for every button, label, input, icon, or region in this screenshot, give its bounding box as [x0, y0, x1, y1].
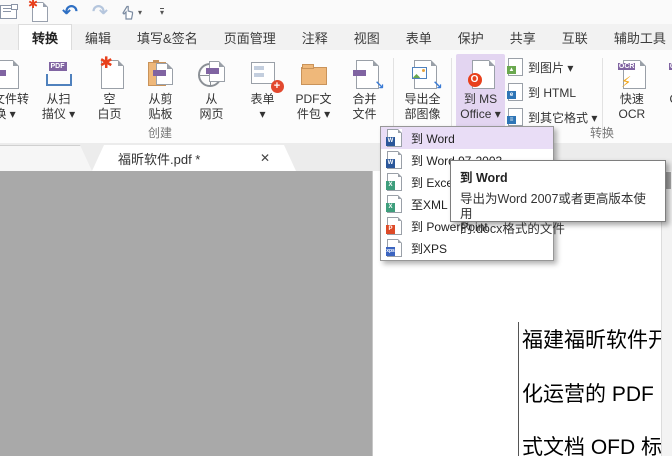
tab-page-management[interactable]: 页面管理	[211, 24, 289, 50]
close-tab-icon[interactable]: ✕	[260, 151, 270, 165]
tab-connect[interactable]: 互联	[549, 24, 601, 50]
tab-convert[interactable]: 转换	[18, 24, 72, 50]
combine-files-icon: ↘	[350, 59, 380, 89]
pdf-portfolio-button[interactable]: PDF文件包 ▾	[289, 54, 338, 122]
export-images-icon: ↘	[408, 59, 438, 89]
ribbon-convert-panel: 从文件转换 ▾ PDF 从扫描仪 ▾ ✱ 空白页 从剪贴板	[0, 50, 672, 144]
ms-office-icon: O	[466, 59, 496, 89]
xps-file-icon: xps	[387, 239, 402, 257]
tab-fill-sign[interactable]: 填写&签名	[124, 24, 211, 50]
from-scanner-button[interactable]: PDF 从扫描仪 ▾	[34, 54, 83, 122]
quick-ocr-icon: OCR⚡	[617, 59, 647, 89]
hand-icon	[120, 4, 136, 20]
tab-form[interactable]: 表单	[393, 24, 445, 50]
undo-button[interactable]: ↶	[60, 1, 80, 23]
new-document-button[interactable]: ✱	[30, 1, 50, 23]
clipboard-icon	[146, 59, 176, 89]
convert-from-file-button[interactable]: 从文件转换 ▾	[0, 54, 32, 122]
blank-page-icon: ✱	[95, 59, 125, 89]
document-text-line: 化运营的 PDF 电子	[522, 378, 672, 408]
xml-file-icon: X	[387, 195, 402, 213]
tooltip-body: 导出为Word 2007或者更高版本使用 的.docx格式的文件	[460, 192, 656, 237]
tooltip-title: 到 Word	[460, 167, 656, 186]
group-label-convert: 转换	[557, 124, 647, 141]
tab-comment[interactable]: 注释	[289, 24, 341, 50]
quick-ocr-button[interactable]: OCR⚡ 快速OCR	[607, 54, 656, 122]
ribbon-tab-bar: 转换 编辑 填写&签名 页面管理 注释 视图 表单 保护 共享 互联 辅助工具	[0, 24, 672, 51]
undo-icon: ↶	[62, 3, 78, 22]
hand-tool-caret-icon: ▾	[138, 8, 142, 17]
scanner-icon: PDF	[44, 59, 74, 89]
menu-item-to-xps[interactable]: xps 到XPS	[381, 237, 553, 259]
tab-edit[interactable]: 编辑	[72, 24, 124, 50]
properties-window-icon[interactable]	[0, 1, 20, 23]
group-label-create: 创建	[115, 124, 205, 141]
globe-icon	[197, 59, 227, 89]
tab-accessibility[interactable]: 辅助工具	[601, 24, 672, 50]
foxit-pdf-editor-window: ✱ ↶ ↷ ▾ ▾ 转换 编辑 填写&签名 页面管理 注释 视图 表单 保护 共…	[0, 0, 672, 456]
tab-protect[interactable]: 保护	[445, 24, 497, 50]
to-other-formats-icon: ≡	[508, 108, 523, 126]
tab-share[interactable]: 共享	[497, 24, 549, 50]
customize-qat-button[interactable]: ▾	[152, 1, 172, 23]
combine-files-button[interactable]: ↘ 合并文件	[340, 54, 389, 122]
convert-from-file-icon	[0, 59, 20, 89]
portfolio-folder-icon	[299, 59, 329, 89]
redo-icon: ↷	[92, 3, 108, 22]
quick-access-toolbar: ✱ ↶ ↷ ▾ ▾	[0, 0, 672, 24]
hand-tool-button[interactable]: ▾	[120, 1, 142, 23]
to-image-button[interactable]: ▲ 到图片 ▾	[508, 56, 597, 78]
document-tab-title: 福昕软件.pdf *	[118, 149, 200, 168]
to-html-button[interactable]: e 到 HTML	[508, 81, 597, 103]
export-all-images-button[interactable]: ↘ 导出全部图像	[398, 54, 447, 122]
to-image-icon: ▲	[508, 58, 523, 76]
ocr-icon: OCR	[668, 59, 672, 89]
to-html-icon: e	[508, 83, 523, 101]
document-text-line: 福建福昕软件开发	[522, 324, 672, 354]
ocr-button[interactable]: OCR OCR▾	[658, 54, 672, 122]
to-word-tooltip: 到 Word 导出为Word 2007或者更高版本使用 的.docx格式的文件	[450, 160, 666, 222]
document-text-line: 式文档 OFD 标准	[522, 431, 672, 456]
redo-button[interactable]: ↷	[90, 1, 110, 23]
from-clipboard-button[interactable]: 从剪贴板	[136, 54, 185, 122]
blank-page-button[interactable]: ✱ 空白页	[85, 54, 134, 122]
word-file-icon: W	[387, 151, 402, 169]
table-cell-border	[518, 322, 519, 456]
form-icon: +	[248, 59, 278, 89]
excel-file-icon: X	[387, 173, 402, 191]
document-tab-active[interactable]: 福昕软件.pdf * ✕	[92, 145, 296, 171]
word-file-icon: W	[387, 129, 402, 147]
from-web-page-button[interactable]: 从网页	[187, 54, 236, 122]
document-tab-inactive[interactable]	[0, 145, 92, 172]
tab-view[interactable]: 视图	[341, 24, 393, 50]
menu-item-to-word[interactable]: W 到 Word	[381, 127, 553, 149]
powerpoint-file-icon: P	[387, 217, 402, 235]
form-button[interactable]: + 表单▾	[238, 54, 287, 122]
